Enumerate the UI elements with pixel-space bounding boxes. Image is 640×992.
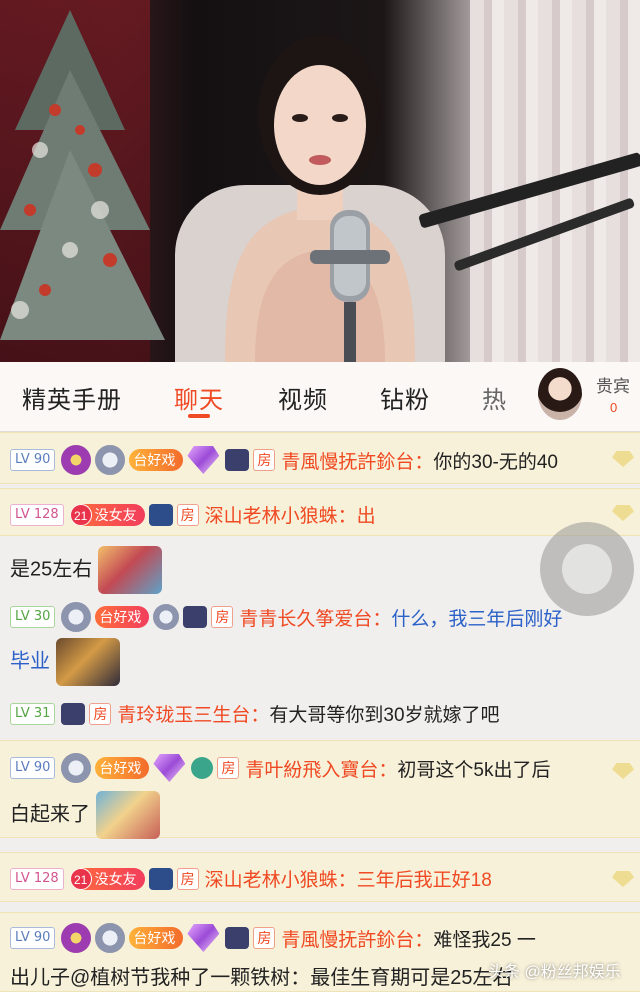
avatar	[538, 368, 582, 420]
chat-message: LV 128 21 没女友 房 深山老林小狼蛛： 三年后我正好18	[0, 852, 640, 902]
room-badge: 房	[176, 503, 199, 526]
chat-message: LV 30 台好戏 房 青青长久筝爱台： 什么，我三年后刚好	[10, 602, 562, 632]
fan-badge: 21 没女友	[69, 503, 145, 526]
message-text: 难怪我25 一	[433, 929, 536, 951]
guest-title: 贵宾	[596, 377, 630, 396]
diamond-icon	[612, 451, 634, 467]
gem-icon	[153, 754, 186, 782]
guard-icon	[148, 867, 173, 890]
chat-message: LV 31 房 青玲珑玉三生台： 有大哥等你到30岁就嫁了吧	[10, 700, 500, 727]
message-text: 有大哥等你到30岁就嫁了吧	[269, 705, 500, 726]
sticker-image	[96, 791, 160, 839]
guard-icon	[148, 503, 173, 526]
chat-message: LV 90 台好戏 房 青風慢抚許鉩台： 你的30-无的40	[0, 432, 640, 484]
rank-badge	[61, 445, 92, 475]
room-badge: 房	[253, 449, 276, 471]
hat-icon	[191, 757, 214, 779]
username[interactable]: 青風慢抚許鉩台：	[281, 447, 433, 474]
message-text: 初哥这个5k出了后	[397, 759, 551, 781]
silver-badge	[95, 923, 126, 953]
chat-message: LV 90 台好戏 房 青叶紛飛入寶台： 初哥这个5k出了后 白起来了	[0, 740, 640, 839]
username[interactable]: 青風慢抚許鉩台：	[281, 925, 433, 952]
guard-icon	[225, 449, 250, 471]
tab-diamond-fans[interactable]: 钻粉	[380, 380, 430, 415]
diamond-icon	[612, 763, 634, 779]
rank-badge	[61, 923, 92, 953]
level-badge: LV 30	[10, 606, 56, 628]
message-text: 什么，我三年后刚好	[391, 608, 563, 630]
room-badge: 房	[89, 702, 112, 725]
level-badge: LV 90	[10, 927, 56, 949]
tab-handbook[interactable]: 精英手册	[22, 380, 122, 415]
username[interactable]: 青青长久筝爱台：	[239, 604, 391, 631]
username[interactable]: 深山老林小狼蛛：	[205, 501, 357, 528]
silver-badge	[153, 604, 180, 630]
tab-chat[interactable]: 聊天	[174, 380, 224, 415]
level-badge: LV 90	[10, 449, 56, 471]
message-continuation: 出儿子@植树节我种了一颗铁树：最佳生育期可是25左右	[10, 967, 513, 989]
silver-badge	[61, 753, 92, 783]
room-badge: 房	[217, 757, 240, 779]
christmas-tree	[0, 10, 165, 340]
message-text: 三年后我正好18	[356, 870, 492, 891]
message-text: 出	[356, 506, 376, 527]
message-continuation: 是25左右	[10, 546, 163, 594]
fan-badge: 台好戏	[95, 757, 150, 779]
diamond-icon	[612, 871, 634, 887]
live-video[interactable]	[0, 0, 640, 362]
guard-icon	[183, 606, 208, 628]
tab-hot[interactable]: 热	[482, 380, 507, 415]
silver-badge	[95, 445, 126, 475]
diamond-icon	[612, 505, 634, 521]
username[interactable]: 青叶紛飛入寶台：	[245, 755, 397, 782]
fan-badge: 21 没女友	[69, 867, 145, 890]
guard-icon	[61, 702, 86, 725]
level-badge: LV 31	[10, 702, 56, 725]
guard-icon	[225, 927, 250, 949]
sticker-image	[56, 638, 120, 686]
message-continuation: 白起来了	[10, 791, 160, 839]
message-continuation: 毕业	[10, 638, 120, 686]
fan-badge: 台好戏	[129, 449, 184, 471]
level-badge: LV 128	[10, 867, 64, 890]
active-tab-indicator	[188, 414, 210, 418]
room-badge: 房	[176, 867, 199, 890]
microphone	[310, 210, 390, 362]
gem-icon	[187, 924, 220, 952]
chat-list[interactable]: LV 90 台好戏 房 青風慢抚許鉩台： 你的30-无的40 LV 128 21…	[0, 432, 640, 992]
floating-assistive-button[interactable]	[540, 522, 634, 616]
chat-message: LV 128 21 没女友 房 深山老林小狼蛛： 出	[0, 488, 640, 536]
level-badge: LV 128	[10, 503, 64, 526]
watermark: 头条 @粉丝邦娱乐	[488, 964, 621, 981]
silver-badge	[61, 602, 92, 632]
sticker-image	[98, 546, 163, 594]
room-badge: 房	[253, 927, 276, 949]
guest-count: 0	[610, 400, 618, 415]
gem-icon	[187, 446, 220, 474]
level-badge: LV 90	[10, 757, 56, 779]
room-badge: 房	[211, 606, 234, 628]
vip-guest-panel[interactable]: 贵宾 0	[526, 362, 640, 430]
tab-video[interactable]: 视频	[278, 380, 328, 415]
username[interactable]: 深山老林小狼蛛：	[205, 865, 357, 892]
fan-badge: 台好戏	[95, 606, 150, 628]
fan-badge: 台好戏	[129, 927, 184, 949]
message-text: 你的30-无的40	[433, 451, 559, 473]
username[interactable]: 青玲珑玉三生台：	[117, 700, 269, 727]
